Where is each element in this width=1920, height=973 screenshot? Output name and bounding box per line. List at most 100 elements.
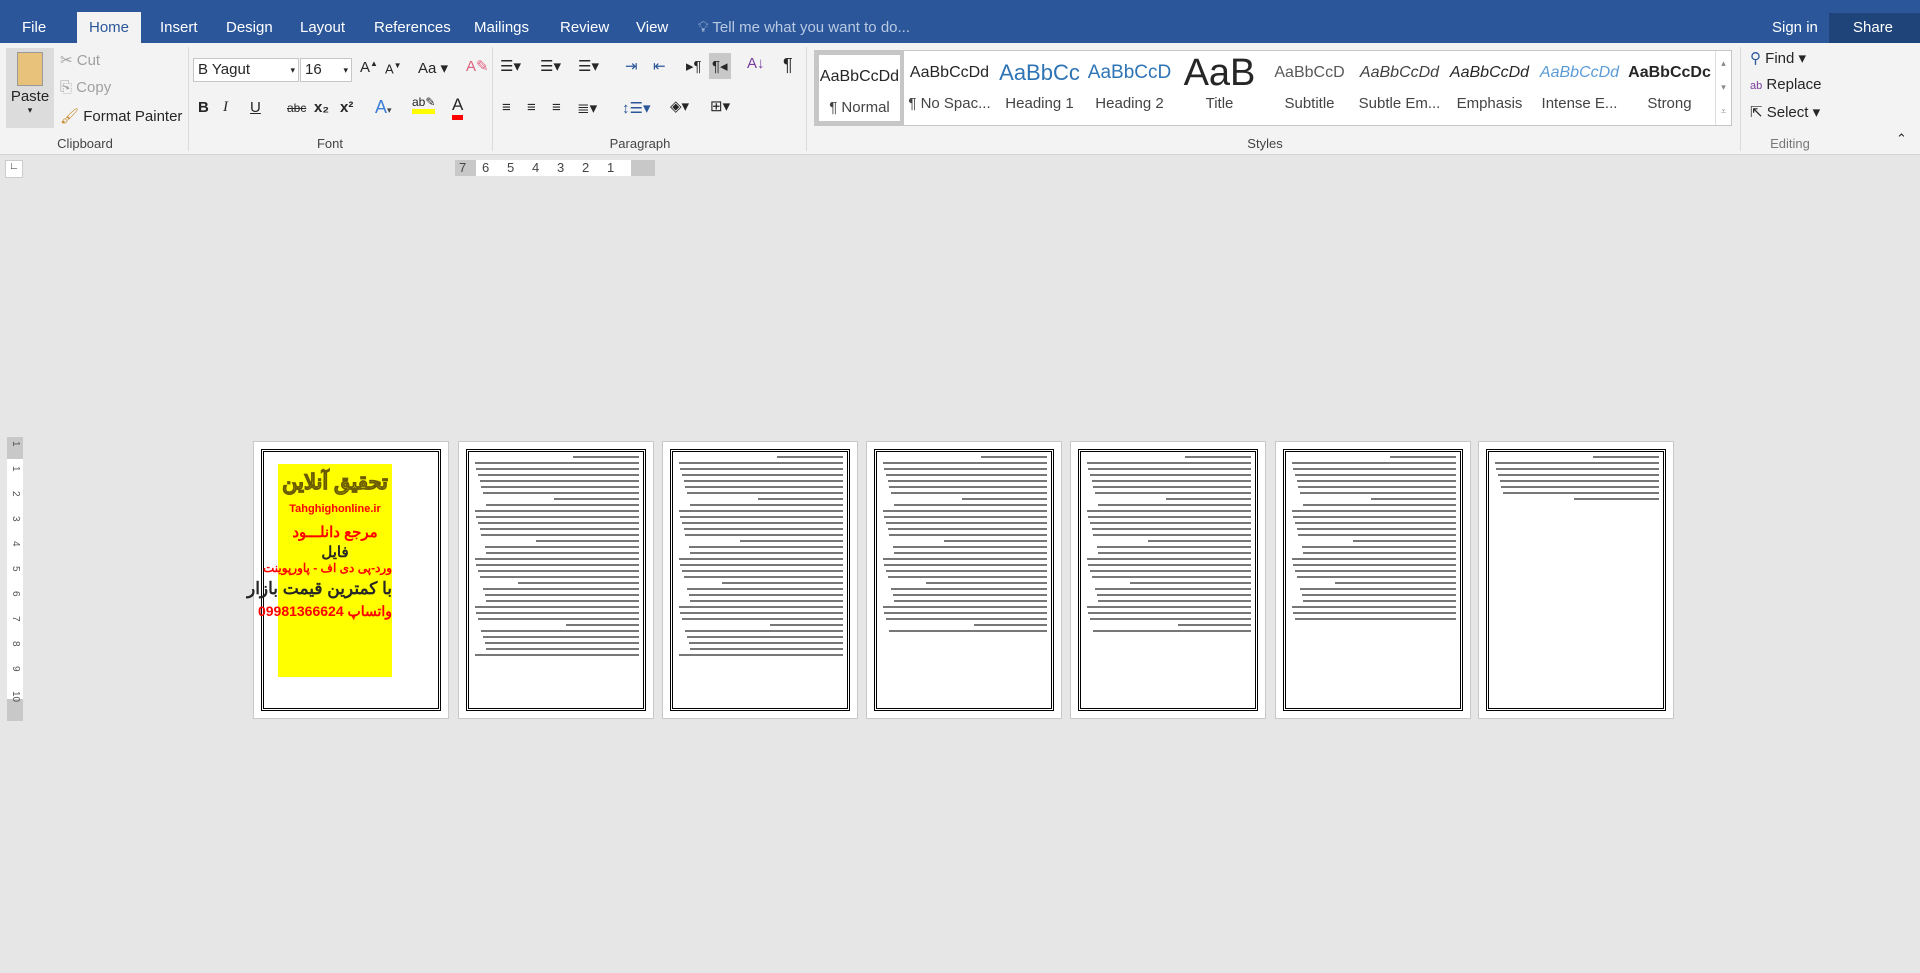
ruler-tick: 7 bbox=[10, 616, 21, 622]
bullets-icon[interactable]: ☰▾ bbox=[500, 57, 521, 75]
subscript-button[interactable]: x₂ bbox=[314, 99, 329, 116]
borders-icon[interactable]: ⊞▾ bbox=[710, 97, 730, 115]
page-3[interactable] bbox=[662, 441, 858, 719]
italic-button[interactable]: I bbox=[223, 99, 228, 116]
style-normal[interactable]: AaBbCcDd ¶ Normal bbox=[815, 51, 904, 125]
tab-review[interactable]: Review bbox=[548, 12, 621, 43]
underline-button[interactable]: U bbox=[250, 99, 261, 116]
text-line bbox=[486, 552, 639, 554]
horizontal-ruler[interactable]: 7 6 5 4 3 2 1 bbox=[455, 160, 655, 176]
tell-me-box[interactable]: 💡︎ Tell me what you want to do... bbox=[698, 12, 910, 43]
find-button[interactable]: ⚲ Find ▾ bbox=[1750, 49, 1806, 67]
font-size-box[interactable]: 16 ▾ bbox=[300, 58, 352, 82]
cut-button[interactable]: ✂ Cut bbox=[60, 51, 100, 69]
tab-layout[interactable]: Layout bbox=[288, 12, 357, 43]
tab-home[interactable]: Home bbox=[77, 12, 142, 43]
align-right-icon[interactable]: ≡ bbox=[552, 99, 561, 116]
style-subtitle[interactable]: AaBbCcD Subtitle bbox=[1265, 51, 1354, 125]
text-line bbox=[572, 456, 639, 458]
sort-icon[interactable]: A↓ bbox=[747, 55, 765, 72]
collapse-ribbon-icon[interactable]: ⌃ bbox=[1896, 131, 1907, 147]
text-line bbox=[680, 516, 843, 518]
page-7[interactable] bbox=[1478, 441, 1674, 719]
change-case-button[interactable]: Aa ▾ bbox=[418, 59, 448, 77]
text-line bbox=[678, 654, 843, 656]
vertical-ruler[interactable]: 1 1 2 3 4 5 6 7 8 9 10 bbox=[7, 437, 23, 721]
font-group-label: Font bbox=[316, 136, 343, 151]
gallery-scroll[interactable]: ▴ ▾ ⩡ bbox=[1715, 51, 1731, 125]
page-text bbox=[473, 456, 639, 660]
style-strong[interactable]: AaBbCcDc Strong bbox=[1625, 51, 1714, 125]
clear-formatting-icon[interactable]: A✎ bbox=[466, 57, 489, 75]
select-button[interactable]: ⇱ Select ▾ bbox=[1750, 103, 1820, 121]
ruler-tick: 2 bbox=[582, 160, 590, 175]
sign-in-link[interactable]: Sign in bbox=[1772, 12, 1818, 43]
page-text bbox=[1085, 456, 1251, 636]
tab-insert[interactable]: Insert bbox=[148, 12, 210, 43]
tab-view[interactable]: View bbox=[624, 12, 680, 43]
show-marks-icon[interactable]: ¶ bbox=[783, 55, 793, 76]
strikethrough-button[interactable]: abc bbox=[287, 101, 306, 115]
text-line bbox=[1303, 552, 1456, 554]
text-line bbox=[1497, 474, 1659, 476]
font-color-icon[interactable]: A bbox=[452, 95, 464, 120]
rtl-icon[interactable]: ¶◂ bbox=[709, 53, 731, 79]
ltr-icon[interactable]: ▸¶ bbox=[686, 57, 702, 75]
text-line bbox=[1091, 480, 1251, 482]
align-center-icon[interactable]: ≡ bbox=[527, 99, 536, 116]
text-line bbox=[680, 612, 843, 614]
text-line bbox=[476, 564, 639, 566]
tab-file[interactable]: File bbox=[10, 12, 58, 43]
tab-selector[interactable]: ∟ bbox=[5, 160, 23, 178]
text-line bbox=[885, 618, 1047, 620]
style-heading-2[interactable]: AaBbCcD Heading 2 bbox=[1085, 51, 1174, 125]
highlight-color-icon[interactable]: ab✎ bbox=[412, 95, 436, 114]
style-emphasis[interactable]: AaBbCcDd Emphasis bbox=[1445, 51, 1534, 125]
page-6[interactable] bbox=[1275, 441, 1471, 719]
shading-icon[interactable]: ◈▾ bbox=[670, 97, 689, 115]
text-line bbox=[885, 522, 1047, 524]
justify-icon[interactable]: ≣▾ bbox=[577, 99, 597, 117]
align-left-icon[interactable]: ≡ bbox=[502, 99, 511, 116]
multilevel-list-icon[interactable]: ☰▾ bbox=[578, 57, 599, 75]
tab-references[interactable]: References bbox=[362, 12, 463, 43]
ruler-tick: 10 bbox=[10, 691, 21, 703]
select-label: Select bbox=[1766, 104, 1809, 121]
replace-button[interactable]: ab Replace bbox=[1750, 76, 1821, 93]
tab-mailings[interactable]: Mailings bbox=[462, 12, 541, 43]
bold-button[interactable]: B bbox=[198, 99, 209, 116]
page-5[interactable] bbox=[1070, 441, 1266, 719]
text-line bbox=[474, 462, 639, 464]
increase-indent-icon[interactable]: ⇤ bbox=[653, 57, 666, 75]
style-title[interactable]: AaB Title bbox=[1175, 51, 1264, 125]
text-effects-icon[interactable]: A▾ bbox=[375, 97, 392, 118]
share-button[interactable]: Share bbox=[1829, 13, 1920, 43]
font-name-box[interactable]: B Yagut ▾ bbox=[193, 58, 299, 82]
cover-line2: فایل bbox=[321, 544, 349, 561]
text-line bbox=[890, 588, 1047, 590]
style-heading-1[interactable]: AaBbCc Heading 1 bbox=[995, 51, 1084, 125]
text-line bbox=[685, 486, 843, 488]
tab-design[interactable]: Design bbox=[214, 12, 285, 43]
style-intense-emphasis[interactable]: AaBbCcDd Intense E... bbox=[1535, 51, 1624, 125]
lightbulb-icon: 💡︎ bbox=[698, 19, 713, 36]
paste-button[interactable]: Paste ▾ bbox=[6, 48, 54, 128]
format-painter-button[interactable]: 🖌︎ Format Painter bbox=[60, 107, 182, 125]
style-subtle-emphasis[interactable]: AaBbCcDd Subtle Em... bbox=[1355, 51, 1444, 125]
text-line bbox=[887, 576, 1047, 578]
line-spacing-icon[interactable]: ↕☰▾ bbox=[622, 99, 650, 117]
shrink-font-button[interactable]: A▼ bbox=[385, 61, 402, 76]
page-4[interactable] bbox=[866, 441, 1062, 719]
page-text bbox=[677, 456, 843, 660]
numbering-icon[interactable]: ☰▾ bbox=[540, 57, 561, 75]
text-line bbox=[486, 648, 639, 650]
superscript-button[interactable]: x² bbox=[340, 99, 353, 116]
text-line bbox=[477, 618, 639, 620]
grow-font-button[interactable]: A▲ bbox=[360, 59, 378, 76]
page-2[interactable] bbox=[458, 441, 654, 719]
copy-button[interactable]: ⎘ Copy bbox=[60, 79, 111, 96]
decrease-indent-icon[interactable]: ⇥ bbox=[625, 57, 638, 75]
style-no-spacing[interactable]: AaBbCcDd ¶ No Spac... bbox=[905, 51, 994, 125]
text-line bbox=[481, 486, 639, 488]
page-1[interactable]: تحقیق آنلاین Tahghighonline.ir مرجع دانل… bbox=[247, 441, 449, 719]
